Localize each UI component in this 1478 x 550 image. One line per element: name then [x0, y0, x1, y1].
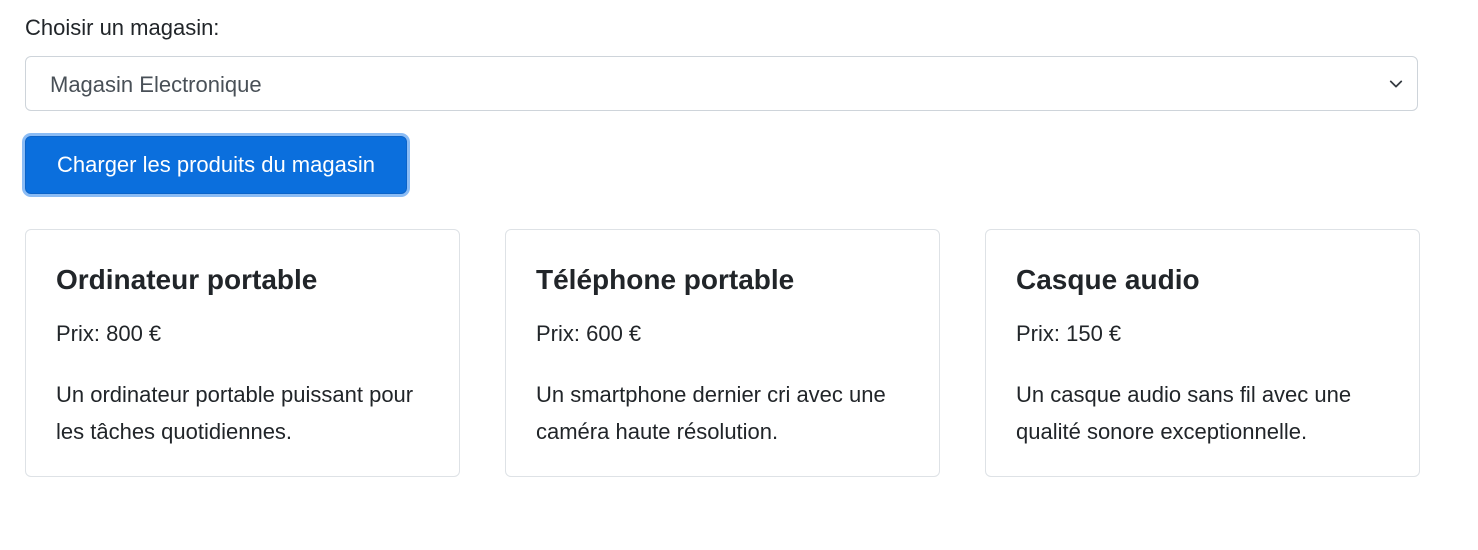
- product-name: Ordinateur portable: [56, 264, 318, 295]
- product-price: Prix: 800 €: [56, 321, 162, 346]
- load-button-focus-ring: Charger les produits du magasin: [22, 133, 410, 197]
- product-price: Prix: 600 €: [536, 321, 642, 346]
- load-products-button[interactable]: Charger les produits du magasin: [25, 136, 407, 194]
- product-name: Téléphone portable: [536, 264, 795, 295]
- product-card: Casque audio Prix: 150 € Un casque audio…: [985, 229, 1420, 477]
- chevron-down-icon: [1389, 80, 1403, 88]
- product-card: Ordinateur portable Prix: 800 € Un ordin…: [25, 229, 460, 477]
- store-select-label: Choisir un magasin:: [25, 15, 220, 40]
- product-price: Prix: 150 €: [1016, 321, 1122, 346]
- product-description: Un smartphone dernier cri avec une camér…: [536, 382, 886, 444]
- store-select-value: Magasin Electronique: [50, 72, 262, 97]
- product-card: Téléphone portable Prix: 600 € Un smartp…: [505, 229, 940, 477]
- product-name: Casque audio: [1016, 264, 1200, 295]
- product-description: Un casque audio sans fil avec une qualit…: [1016, 382, 1352, 444]
- store-select[interactable]: Magasin Electronique: [25, 56, 1418, 111]
- product-description: Un ordinateur portable puissant pour les…: [56, 382, 414, 444]
